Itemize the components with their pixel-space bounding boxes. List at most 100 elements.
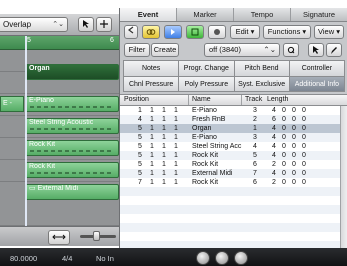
- playhead[interactable]: [25, 36, 27, 246]
- event-row[interactable]: 5 1 1 1 E-Piano 3 4 0 0 0: [120, 133, 340, 142]
- event-row[interactable]: 5 1 1 1 Rock Kit 5 4 0 0 0: [120, 151, 340, 160]
- list-tabs: Event Marker Tempo Signature: [120, 8, 347, 22]
- tab-event[interactable]: Event: [120, 8, 177, 21]
- pencil-icon: [331, 47, 337, 54]
- pencil-tool-button[interactable]: [326, 43, 342, 57]
- pointer-tool-button[interactable]: [78, 17, 94, 32]
- link-icon: [52, 234, 66, 240]
- create-button[interactable]: Create: [151, 43, 179, 57]
- back-button[interactable]: [124, 25, 138, 39]
- track-cell: 6: [253, 179, 257, 186]
- length-cell: 0: [282, 152, 286, 159]
- system-exclusive-button[interactable]: Syst. Exclusive: [234, 76, 289, 91]
- region-notes: [30, 128, 114, 130]
- pencil-tool-button[interactable]: [96, 17, 112, 32]
- region-left-e-piano[interactable]: E -: [0, 96, 24, 112]
- event-row[interactable]: 1 1 1 1 E-Piano 3 4 0 0 0: [120, 106, 340, 115]
- event-list-panel: Event Marker Tempo Signature Edit ▾ Func…: [119, 8, 347, 248]
- name-cell: E-Piano: [192, 107, 217, 114]
- rewind-button[interactable]: [196, 251, 210, 265]
- position-cell: 1: [162, 170, 166, 177]
- column-header-name[interactable]: Name: [192, 95, 211, 105]
- capture-button[interactable]: [208, 25, 226, 39]
- event-row[interactable]: 5 1 1 1 Rock Kit 6 2 0 0 0: [120, 160, 340, 169]
- notes-button[interactable]: Notes: [124, 61, 179, 76]
- play-button[interactable]: [215, 251, 229, 265]
- length-cell: 0: [302, 152, 306, 159]
- length-cell: 0: [292, 125, 296, 132]
- position-cell: 1: [174, 107, 178, 114]
- event-row[interactable]: 5 1 1 1 Steel String Acc 4 4 0 0 0: [120, 142, 340, 151]
- region-rock-kit-2[interactable]: Rock Kit: [25, 162, 119, 178]
- empty-row: [120, 196, 340, 205]
- length-cell: 0: [282, 125, 286, 132]
- arrange-area: Overlap ⌃⌄ 5 6 E - Organ E-Piano Steel S…: [0, 14, 119, 246]
- track-cell: 6: [253, 161, 257, 168]
- event-row[interactable]: 5 1 1 1 External Midi 7 4 0 0 0: [120, 169, 340, 178]
- region-rock-kit[interactable]: Rock Kit: [25, 140, 119, 156]
- view-menu[interactable]: View ▾: [314, 25, 344, 39]
- length-cell: 2: [272, 179, 276, 186]
- zoom-slider-knob[interactable]: [93, 231, 100, 241]
- name-cell: Fresh RnB: [192, 116, 226, 123]
- pitch-bend-button[interactable]: Pitch Bend: [234, 61, 289, 76]
- edit-menu[interactable]: Edit ▾: [230, 25, 260, 39]
- list-header: Position Name Track Length: [120, 94, 347, 106]
- region-external-midi[interactable]: ▭ External Midi: [25, 184, 119, 200]
- length-cell: 0: [282, 161, 286, 168]
- midi-out-button[interactable]: [164, 25, 182, 39]
- dropdown-arrow-icon: ▾: [302, 27, 307, 36]
- event-row[interactable]: 7 1 1 1 Rock Kit 6 2 0 0 0: [120, 178, 340, 187]
- event-row[interactable]: 5 1 1 1 Organ 1 4 0 0 0: [120, 124, 340, 133]
- drag-mode-dropdown[interactable]: Overlap ⌃⌄: [0, 17, 68, 32]
- filter-button[interactable]: Filter: [124, 43, 150, 57]
- position-cell: 1: [162, 152, 166, 159]
- event-row[interactable]: 4 1 1 1 Fresh RnB 2 6 0 0 0: [120, 115, 340, 124]
- chain-link-icon: [146, 29, 156, 35]
- dropdown-arrows-icon: ⌃⌄: [263, 45, 276, 54]
- zoom-link-button[interactable]: [48, 230, 70, 245]
- tab-signature[interactable]: Signature: [291, 8, 347, 21]
- length-cell: 0: [282, 179, 286, 186]
- position-cell: 1: [162, 125, 166, 132]
- length-cell: 0: [302, 170, 306, 177]
- tab-tempo[interactable]: Tempo: [234, 8, 291, 21]
- poly-pressure-button[interactable]: Poly Pressure: [179, 76, 234, 91]
- position-cell: 1: [162, 116, 166, 123]
- column-header-position[interactable]: Position: [124, 95, 149, 105]
- bar-ruler[interactable]: 5 6: [0, 36, 119, 50]
- q-icon: [287, 46, 295, 54]
- column-header-length[interactable]: Length: [267, 95, 288, 105]
- controller-button[interactable]: Controller: [289, 61, 344, 76]
- empty-row: [120, 187, 340, 196]
- region-organ[interactable]: Organ: [25, 64, 119, 80]
- catch-button[interactable]: [186, 25, 204, 39]
- list-scrollbar[interactable]: [340, 106, 347, 248]
- pointer-tool-button[interactable]: [308, 43, 324, 57]
- region-steel-string[interactable]: Steel String Acoustic: [25, 118, 119, 134]
- position-cell: 5: [138, 170, 142, 177]
- tab-marker[interactable]: Marker: [177, 8, 234, 21]
- track-cell: 1: [253, 125, 257, 132]
- region-label: Rock Kit: [29, 141, 56, 148]
- quantize-button[interactable]: [283, 43, 299, 57]
- column-header-track[interactable]: Track: [245, 95, 262, 105]
- link-button[interactable]: [142, 25, 160, 39]
- ruler-bar-5: 5: [27, 37, 31, 44]
- capture-icon: [214, 29, 220, 35]
- quantize-dropdown[interactable]: off (3840) ⌃⌄: [204, 43, 280, 57]
- region-e-piano[interactable]: E-Piano: [25, 96, 119, 112]
- program-change-button[interactable]: Progr. Change: [179, 61, 234, 76]
- name-cell: Rock Kit: [192, 161, 219, 168]
- stop-button[interactable]: [234, 251, 248, 265]
- position-cell: 1: [162, 161, 166, 168]
- position-cell: 5: [138, 134, 142, 141]
- channel-pressure-button[interactable]: Chnl Pressure: [124, 76, 179, 91]
- functions-menu[interactable]: Functions ▾: [263, 25, 311, 39]
- signature-display: 4/4: [62, 254, 73, 263]
- length-cell: 0: [302, 125, 306, 132]
- additional-info-button[interactable]: Additional Info: [289, 76, 344, 91]
- position-cell: 5: [138, 152, 142, 159]
- edit-menu-label: Edit: [235, 27, 249, 36]
- length-cell: 0: [282, 107, 286, 114]
